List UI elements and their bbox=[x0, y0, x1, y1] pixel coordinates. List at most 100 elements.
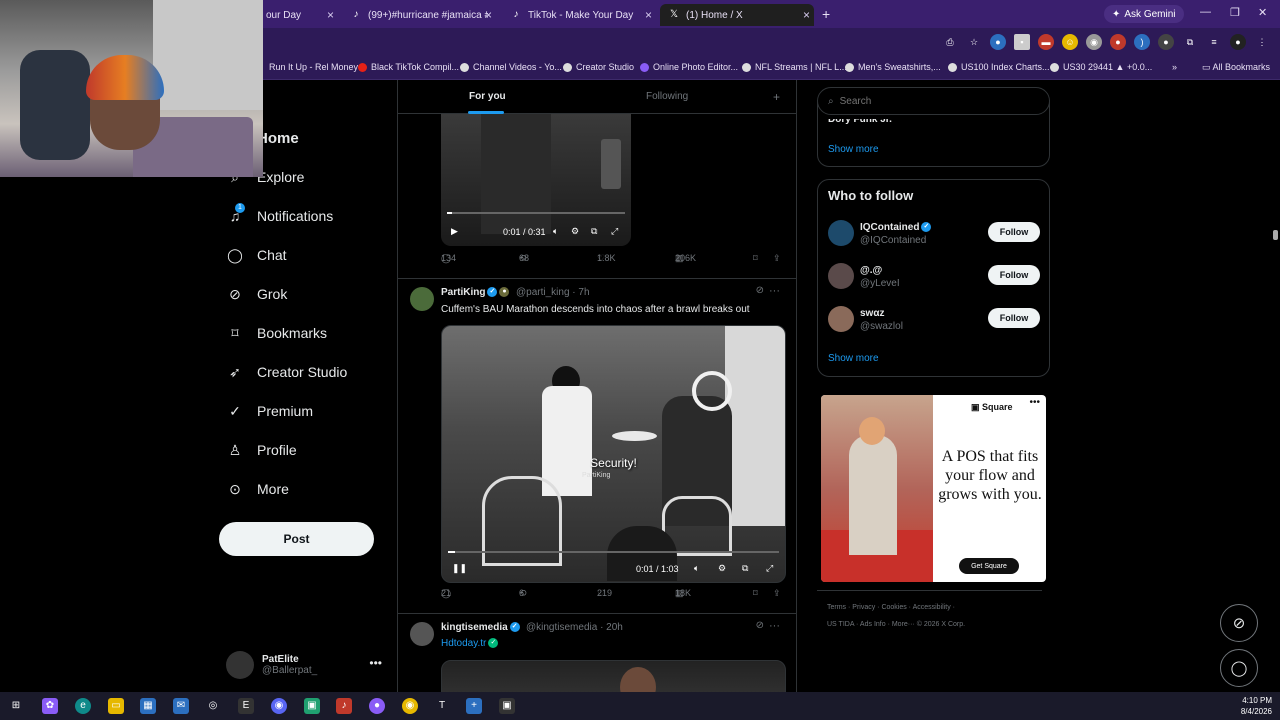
more-dots-icon[interactable]: ··· bbox=[769, 620, 780, 632]
follow-button[interactable]: Follow bbox=[988, 265, 1040, 285]
show-more-link[interactable]: Show more bbox=[828, 144, 879, 155]
all-bookmarks[interactable]: ▭ All Bookmarks bbox=[1202, 62, 1270, 73]
ad-cta-button[interactable]: Get Square bbox=[959, 558, 1019, 574]
tweet[interactable]: kingtisemedia ✓ @kingtisemedia · 20h ⊘ ··… bbox=[398, 613, 796, 692]
kebab-menu-icon[interactable]: ⋮ bbox=[1254, 34, 1270, 50]
minimize-button[interactable]: — bbox=[1200, 6, 1211, 18]
tweet-author-name[interactable]: PartiKing ✓ ● bbox=[441, 287, 510, 298]
follow-button[interactable]: Follow bbox=[988, 222, 1040, 242]
nav-premium[interactable]: ✓ Premium bbox=[227, 403, 313, 419]
chrome-icon[interactable]: ◉ bbox=[402, 698, 418, 714]
folder-icon[interactable]: ▭ bbox=[108, 698, 124, 714]
new-tab-button[interactable]: + bbox=[822, 6, 830, 22]
extension-icon[interactable]: ☺ bbox=[1062, 34, 1078, 50]
tiktok-icon[interactable]: ♪ bbox=[336, 698, 352, 714]
nav-bookmarks[interactable]: ⌑ Bookmarks bbox=[227, 325, 327, 341]
extension-icon[interactable]: ▪ bbox=[1014, 34, 1030, 50]
browser-tab-0[interactable]: our Day × bbox=[258, 4, 338, 26]
play-icon[interactable]: ▶ bbox=[451, 226, 458, 237]
bookmark-item[interactable]: Black TikTok Compil... bbox=[358, 62, 459, 72]
windows-start-icon[interactable]: ⊞ bbox=[8, 698, 24, 714]
bookmarks-overflow[interactable]: » bbox=[1172, 62, 1177, 72]
extension-icon[interactable]: ● bbox=[1110, 34, 1126, 50]
account-switcher[interactable]: PatElite @Ballerpat_ ••• bbox=[226, 648, 386, 682]
grok-icon[interactable]: ⊘ bbox=[756, 620, 764, 631]
app-icon[interactable]: T bbox=[434, 698, 450, 714]
tab-close-icon[interactable]: × bbox=[803, 8, 810, 22]
extension-icon[interactable]: ● bbox=[1158, 34, 1174, 50]
follow-suggestion[interactable]: swαz @swazlol Follow bbox=[828, 306, 1040, 336]
chat-fab-button[interactable]: ◯ bbox=[1220, 649, 1258, 687]
copilot-icon[interactable]: ✿ bbox=[42, 698, 58, 714]
plus-app-icon[interactable]: + bbox=[466, 698, 482, 714]
follow-suggestion[interactable]: IQContained ✓ @IQContained Follow bbox=[828, 220, 1040, 250]
discord-icon[interactable]: ◉ bbox=[271, 698, 287, 714]
bookmark-item[interactable]: NFL Streams | NFL L... bbox=[742, 62, 847, 72]
follow-suggestion[interactable]: @.@ @yLeveI Follow bbox=[828, 263, 1040, 293]
nav-profile[interactable]: ♙ Profile bbox=[227, 442, 297, 458]
bookmark-item[interactable]: US30 29441 ▲ +0.0... bbox=[1050, 62, 1152, 72]
follow-button[interactable]: Follow bbox=[988, 308, 1040, 328]
more-dots-icon[interactable]: ··· bbox=[769, 285, 780, 297]
trend-item[interactable]: Dory Funk Jr. bbox=[828, 119, 892, 125]
app-icon[interactable]: ● bbox=[369, 698, 385, 714]
extension-icon[interactable]: ▬ bbox=[1038, 34, 1054, 50]
video-player[interactable]: Security! PartiKing ❚❚ 0:01 / 1:03 🔈︎ ⚙ … bbox=[441, 325, 786, 583]
avatar[interactable] bbox=[410, 622, 434, 646]
bookmark-item[interactable]: Run It Up - Rel Money bbox=[269, 62, 358, 72]
restore-button[interactable]: ❐ bbox=[1230, 6, 1240, 19]
playlist-icon[interactable]: ≡ bbox=[1206, 34, 1222, 50]
system-clock[interactable]: 4:10 PM 8/4/2026 bbox=[1241, 695, 1272, 717]
extension-icon[interactable]: ◉ bbox=[1086, 34, 1102, 50]
volume-icon[interactable]: 🔈︎ bbox=[553, 226, 558, 237]
bookmark-item[interactable]: Men's Sweatshirts,... bbox=[845, 62, 941, 72]
tab-for-you[interactable]: For you bbox=[469, 91, 506, 102]
tweet[interactable]: PartiKing ✓ ● @parti_king · 7h ⊘ ··· Cuffe… bbox=[398, 278, 796, 612]
fullscreen-icon[interactable]: ⤢ bbox=[766, 563, 773, 574]
more-dots-icon[interactable]: ••• bbox=[1029, 397, 1040, 408]
video-player[interactable]: ▶ 0:01 / 0:31 🔈︎ ⚙ ⧉ ⤢ bbox=[441, 114, 631, 246]
edge-icon[interactable]: e bbox=[75, 698, 91, 714]
browser-tab-3[interactable]: 𝕏 (1) Home / X × bbox=[660, 4, 814, 26]
video-progress[interactable] bbox=[448, 551, 779, 553]
bookmark-item[interactable]: Channel Videos - Yo... bbox=[460, 62, 562, 72]
show-more-link[interactable]: Show more bbox=[828, 353, 879, 364]
steam-icon[interactable]: ◎ bbox=[205, 698, 221, 714]
star-icon[interactable]: ☆ bbox=[966, 34, 982, 50]
page-scrollbar[interactable] bbox=[1273, 230, 1278, 240]
grok-fab-button[interactable]: ⊘ bbox=[1220, 604, 1258, 642]
app-icon[interactable]: ▣ bbox=[304, 698, 320, 714]
avatar[interactable] bbox=[828, 306, 854, 332]
ask-gemini-button[interactable]: ✦ Ask Gemini bbox=[1104, 5, 1184, 23]
nav-creator-studio[interactable]: ➶ Creator Studio bbox=[227, 364, 347, 380]
fullscreen-icon[interactable]: ⤢ bbox=[611, 226, 618, 237]
tab-following[interactable]: Following bbox=[646, 91, 688, 102]
pause-icon[interactable]: ❚❚ bbox=[452, 563, 467, 574]
nav-more[interactable]: ⊙ More bbox=[227, 481, 289, 497]
extension-icon[interactable]: ) bbox=[1134, 34, 1150, 50]
profile-avatar-icon[interactable]: ● bbox=[1230, 34, 1246, 50]
sponsored-ad[interactable]: ▣ Square ••• A POS that fits your flow a… bbox=[821, 395, 1046, 582]
post-button[interactable]: Post bbox=[219, 522, 374, 556]
tab-close-icon[interactable]: × bbox=[485, 8, 492, 22]
bookmark-item[interactable]: Online Photo Editor... bbox=[640, 62, 738, 72]
bookmark-item[interactable]: Creator Studio bbox=[563, 62, 634, 72]
epic-games-icon[interactable]: E bbox=[238, 698, 254, 714]
video-player[interactable] bbox=[441, 660, 786, 692]
browser-tab-1[interactable]: ♪ (99+)#hurricane #jamaica #we × bbox=[342, 4, 496, 26]
nav-chat[interactable]: ◯ Chat bbox=[227, 247, 286, 263]
tweet-author-name[interactable]: kingtisemedia ✓ bbox=[441, 622, 520, 633]
tweet-link[interactable]: Hdtoday.tr ✓ bbox=[441, 638, 499, 649]
browser-tab-2[interactable]: ♪ TikTok - Make Your Day × bbox=[502, 4, 656, 26]
grok-icon[interactable]: ⊘ bbox=[756, 285, 764, 296]
pip-icon[interactable]: ⧉ bbox=[742, 563, 748, 574]
mail-icon[interactable]: ✉ bbox=[173, 698, 189, 714]
tweet-author-handle[interactable]: @parti_king · 7h bbox=[516, 287, 590, 298]
add-tab-icon[interactable]: + bbox=[773, 90, 780, 104]
footer-links[interactable]: US TIDA · Ads Info · More··· © 2026 X Co… bbox=[827, 621, 965, 628]
store-icon[interactable]: ▦ bbox=[140, 698, 156, 714]
install-icon[interactable]: ⎙ bbox=[942, 34, 958, 50]
avatar[interactable] bbox=[828, 220, 854, 246]
app-icon[interactable]: ▣ bbox=[499, 698, 515, 714]
nav-grok[interactable]: ⊘ Grok bbox=[227, 286, 287, 302]
